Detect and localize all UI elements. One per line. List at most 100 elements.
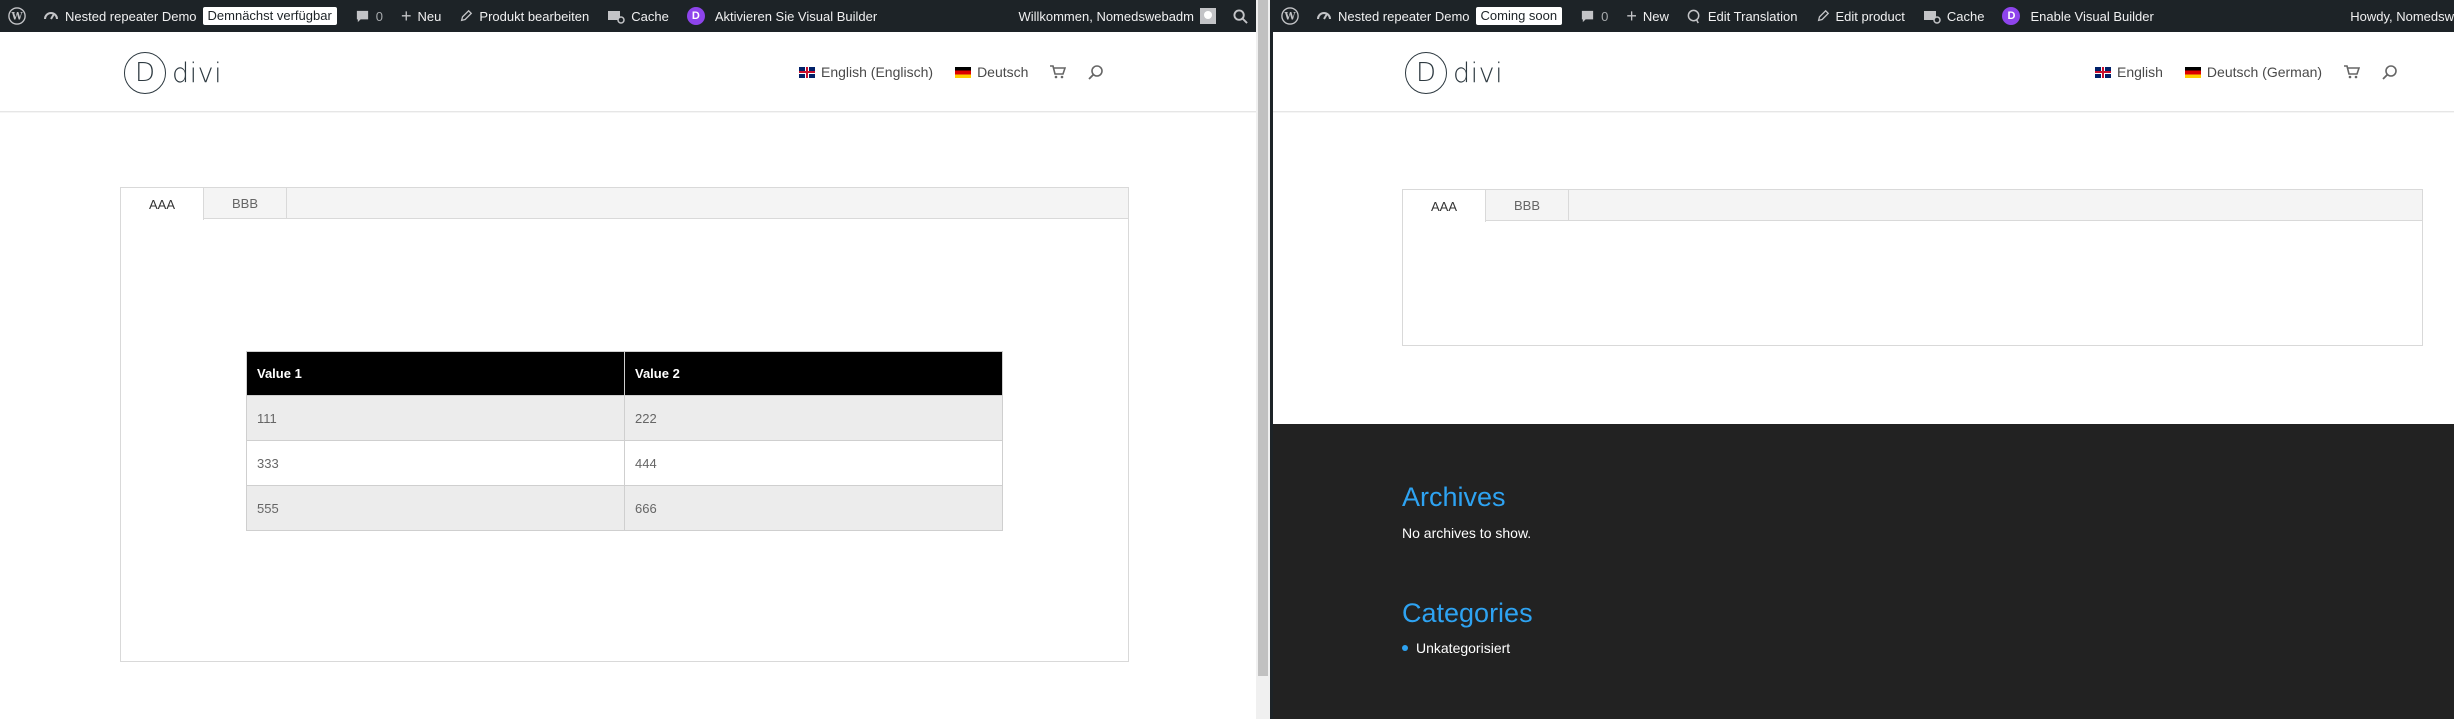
- table-cell: 666: [624, 485, 1003, 531]
- categories-title: Categories: [1402, 598, 1533, 628]
- edit-translation-label: Edit Translation: [1707, 8, 1798, 24]
- nav-deutsch-label: Deutsch: [977, 64, 1029, 80]
- site-name-menu[interactable]: Nested repeater Demo Coming soon: [1307, 0, 1571, 32]
- admin-bar-left: W Nested repeater Demo Demnächst verfügb…: [0, 0, 1256, 32]
- de-flag-icon: [2184, 66, 2201, 78]
- site-name: Nested repeater Demo: [1338, 8, 1470, 24]
- tab-bar: AAA BBB: [1403, 190, 2422, 222]
- new-label: Neu: [417, 8, 442, 24]
- new-content-menu[interactable]: + Neu: [392, 0, 450, 32]
- nav-deutsch-label: Deutsch (German): [2206, 64, 2323, 80]
- bullet-icon: [1402, 645, 1408, 651]
- wordpress-logo-icon[interactable]: W: [0, 0, 34, 32]
- table-cell: 111: [246, 395, 625, 441]
- column-header: Value 2: [624, 351, 1003, 396]
- cache-menu[interactable]: Cache: [1914, 0, 1994, 32]
- de-flag-icon: [955, 66, 972, 78]
- visual-builder-label: Enable Visual Builder: [2030, 8, 2154, 24]
- search-icon[interactable]: [1088, 64, 1104, 80]
- column-header: Value 1: [246, 351, 625, 396]
- main-nav: English (Englisch) Deutsch: [799, 32, 1126, 112]
- cache-label: Cache: [1946, 8, 1985, 24]
- comment-icon: [1580, 9, 1595, 24]
- divi-icon: D: [686, 7, 705, 25]
- visual-builder-link[interactable]: D Aktivieren Sie Visual Builder: [678, 0, 886, 32]
- plus-icon: +: [1626, 5, 1637, 26]
- pencil-icon: [1816, 9, 1830, 23]
- comments-menu[interactable]: 0: [1571, 0, 1617, 32]
- table-cell: 555: [246, 485, 625, 531]
- table-cell: 444: [624, 440, 1003, 486]
- nav-english-label: English (Englisch): [821, 64, 934, 80]
- visual-builder-label: Aktivieren Sie Visual Builder: [714, 8, 878, 24]
- tab-aaa[interactable]: AAA: [1403, 190, 1487, 222]
- avatar: [1200, 8, 1216, 24]
- tab-bbb[interactable]: BBB: [204, 188, 288, 219]
- tab-bbb[interactable]: BBB: [1486, 190, 1570, 221]
- greeting: Howdy, Nomedsw: [2350, 8, 2454, 24]
- edit-translation-link[interactable]: Edit Translation: [1678, 0, 1807, 32]
- comments-count: 0: [1601, 8, 1609, 24]
- plus-icon: +: [401, 5, 412, 26]
- comments-count: 0: [375, 8, 384, 24]
- site-header-left: D divi English (Englisch) Deutsch: [0, 32, 1256, 112]
- new-content-menu[interactable]: + New: [1617, 0, 1678, 32]
- admin-search-icon[interactable]: [1225, 0, 1256, 32]
- edit-product-link[interactable]: Produkt bearbeiten: [450, 0, 598, 32]
- scrollbar[interactable]: [1256, 0, 1270, 719]
- translation-icon: [1687, 9, 1702, 24]
- new-label: New: [1642, 8, 1669, 24]
- table-cell: 222: [624, 395, 1003, 441]
- account-menu[interactable]: Howdy, Nomedsw: [2341, 0, 2454, 32]
- status-badge: Coming soon: [1475, 7, 1563, 25]
- category-label: Unkategorisiert: [1416, 640, 1511, 656]
- cache-icon: [1923, 8, 1941, 24]
- cache-menu[interactable]: Cache: [598, 0, 678, 32]
- wordpress-logo-icon[interactable]: W: [1273, 0, 1307, 32]
- logo-text: divi: [172, 57, 223, 89]
- edit-product-link[interactable]: Edit product: [1807, 0, 1914, 32]
- table-row: 111 222: [246, 395, 1003, 441]
- edit-label: Edit product: [1835, 8, 1905, 24]
- dashboard-icon: [43, 8, 59, 24]
- site-name: Nested repeater Demo: [65, 8, 197, 24]
- nav-english-label: English: [2117, 64, 2163, 80]
- tab-aaa[interactable]: AAA: [121, 188, 205, 220]
- uk-flag-icon: [799, 66, 815, 78]
- visual-builder-link[interactable]: D Enable Visual Builder: [1993, 0, 2162, 32]
- greeting: Willkommen, Nomedswebadm: [1018, 8, 1194, 24]
- category-link[interactable]: Unkategorisiert: [1402, 640, 1510, 656]
- divi-logo[interactable]: D divi: [124, 52, 222, 94]
- cart-icon[interactable]: [1050, 65, 1067, 79]
- uk-flag-icon: [2095, 66, 2111, 78]
- cart-icon[interactable]: [2344, 65, 2361, 79]
- nav-deutsch[interactable]: Deutsch: [955, 64, 1028, 80]
- table-cell: 333: [246, 440, 625, 486]
- nav-english[interactable]: English: [2095, 64, 2163, 80]
- main-nav: English Deutsch (German): [2095, 32, 2420, 112]
- values-table: Value 1 Value 2 111 222 333 444 555 666: [246, 351, 1003, 531]
- tab-bar: AAA BBB: [121, 188, 1128, 220]
- comment-icon: [355, 9, 370, 24]
- site-header-right: D divi English Deutsch (German): [1273, 32, 2454, 112]
- divi-logo[interactable]: D divi: [1405, 52, 1503, 94]
- pencil-icon: [459, 9, 473, 23]
- account-menu[interactable]: Willkommen, Nomedswebadm: [1009, 0, 1225, 32]
- comments-menu[interactable]: 0: [346, 0, 392, 32]
- archives-empty-text: No archives to show.: [1402, 525, 1532, 541]
- nav-deutsch[interactable]: Deutsch (German): [2184, 64, 2323, 80]
- site-name-menu[interactable]: Nested repeater Demo Demnächst verfügbar: [34, 0, 346, 32]
- svg-text:W: W: [10, 12, 23, 23]
- search-icon[interactable]: [2382, 64, 2398, 80]
- edit-label: Produkt bearbeiten: [479, 8, 590, 24]
- table-header-row: Value 1 Value 2: [246, 351, 1003, 396]
- site-footer: Archives No archives to show. Categories…: [1273, 424, 2454, 719]
- logo-text: divi: [1453, 57, 1504, 89]
- nav-english[interactable]: English (Englisch): [799, 64, 933, 80]
- admin-bar-right: W Nested repeater Demo Coming soon 0 + N…: [1273, 0, 2454, 32]
- divi-icon: D: [2002, 7, 2021, 25]
- scrollbar-thumb[interactable]: [1258, 0, 1268, 676]
- logo-mark: D: [1405, 52, 1447, 94]
- tabs-module-right: AAA BBB: [1402, 189, 2423, 346]
- archives-title: Archives: [1402, 482, 1506, 512]
